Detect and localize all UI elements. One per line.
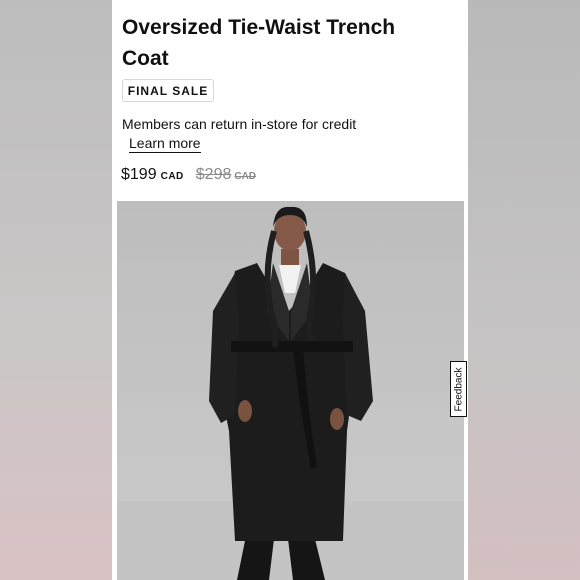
product-panel: Oversized Tie-Waist Trench Coat FINAL SA… bbox=[112, 0, 468, 580]
product-title: Oversized Tie-Waist Trench Coat bbox=[122, 16, 396, 70]
blurred-background-right bbox=[468, 0, 580, 580]
return-policy-text: Members can return in-store for credit bbox=[122, 116, 357, 132]
feedback-label: Feedback bbox=[453, 367, 465, 411]
blurred-background-left bbox=[0, 0, 112, 580]
original-price: $298 bbox=[195, 166, 232, 183]
product-image[interactable] bbox=[117, 201, 464, 580]
price-row: $199 CAD $298 CAD bbox=[121, 166, 256, 184]
model-illustration bbox=[117, 206, 464, 580]
feedback-tab[interactable]: Feedback bbox=[450, 361, 467, 417]
original-currency: CAD bbox=[234, 171, 257, 182]
learn-more-link[interactable]: Learn more bbox=[129, 135, 201, 153]
final-sale-badge: FINAL SALE bbox=[122, 79, 214, 102]
sale-price: $199 bbox=[121, 166, 157, 183]
sale-currency: CAD bbox=[160, 171, 184, 182]
